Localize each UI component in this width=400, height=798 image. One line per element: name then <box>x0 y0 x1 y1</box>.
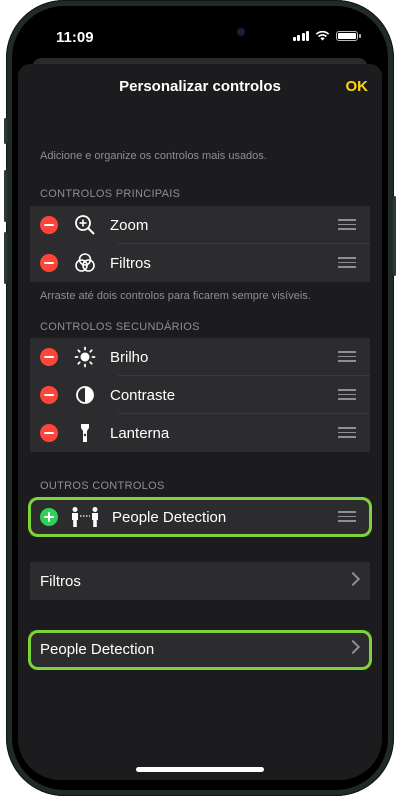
filtros-settings-row[interactable]: Filtros <box>30 562 370 600</box>
flashlight-icon <box>81 424 89 442</box>
lanterna-label: Lanterna <box>110 425 170 442</box>
list-item-filtros[interactable]: Filtros <box>30 244 370 282</box>
intro-caption: Adicione e organize os controlos mais us… <box>40 150 267 162</box>
remove-lanterna-button[interactable] <box>40 424 58 442</box>
chevron-right-icon <box>345 571 361 587</box>
reorder-handle-icon[interactable] <box>338 257 356 269</box>
page-title: Personalizar controlos <box>119 78 281 95</box>
primary-footer-caption: Arraste até dois controlos para ficarem … <box>40 290 311 302</box>
reorder-handle-icon[interactable] <box>338 351 356 363</box>
remove-filtros-button[interactable] <box>40 254 58 272</box>
volume-up-button <box>4 170 7 222</box>
remove-contraste-button[interactable] <box>40 386 58 404</box>
brightness-icon <box>74 346 96 368</box>
people-detection-row-highlight <box>28 630 372 670</box>
brilho-label: Brilho <box>110 349 149 366</box>
list-item-lanterna[interactable]: Lanterna <box>30 414 370 452</box>
primary-controls-list: Zoom Filtros <box>30 206 370 282</box>
people-detection-highlight <box>28 497 372 537</box>
contraste-label: Contraste <box>110 387 176 404</box>
customize-controls-sheet: Personalizar controlos OK Adicione e org… <box>18 64 382 780</box>
screen: 11:09 Personalizar controlos OK Adicione… <box>18 18 382 780</box>
ok-button[interactable]: OK <box>346 78 369 95</box>
filtros-label: Filtros <box>110 255 151 272</box>
contrast-icon <box>76 386 94 404</box>
list-item-zoom[interactable]: Zoom <box>30 206 370 244</box>
volume-down-button <box>4 232 7 284</box>
side-button <box>393 196 396 276</box>
list-item-contraste[interactable]: Contraste <box>30 376 370 414</box>
reorder-handle-icon[interactable] <box>338 219 356 231</box>
status-bar: 11:09 <box>18 18 382 62</box>
zoom-icon <box>75 215 95 235</box>
list-item-brilho[interactable]: Brilho <box>30 338 370 376</box>
primary-controls-header: CONTROLOS PRINCIPAIS <box>40 188 181 200</box>
secondary-controls-header: CONTROLOS SECUNDÁRIOS <box>40 321 200 333</box>
filters-icon <box>75 253 95 272</box>
status-icons <box>292 30 361 41</box>
remove-zoom-button[interactable] <box>40 216 58 234</box>
nav-bar: Personalizar controlos OK <box>18 64 382 108</box>
battery-icon <box>336 30 361 41</box>
zoom-label: Zoom <box>110 217 149 234</box>
notch <box>126 18 274 46</box>
remove-brilho-button[interactable] <box>40 348 58 366</box>
filtros-settings-label: Filtros <box>40 573 81 590</box>
reorder-handle-icon[interactable] <box>338 427 356 439</box>
wifi-icon <box>315 30 330 41</box>
home-indicator[interactable] <box>136 767 264 772</box>
secondary-controls-list: Brilho Contraste Lanterna <box>30 338 370 452</box>
reorder-handle-icon[interactable] <box>338 389 356 401</box>
front-camera-icon <box>237 28 245 36</box>
other-controls-header: OUTROS CONTROLOS <box>40 480 165 492</box>
cellular-signal-icon <box>292 30 309 41</box>
mute-switch <box>4 118 7 144</box>
status-time: 11:09 <box>56 29 94 46</box>
